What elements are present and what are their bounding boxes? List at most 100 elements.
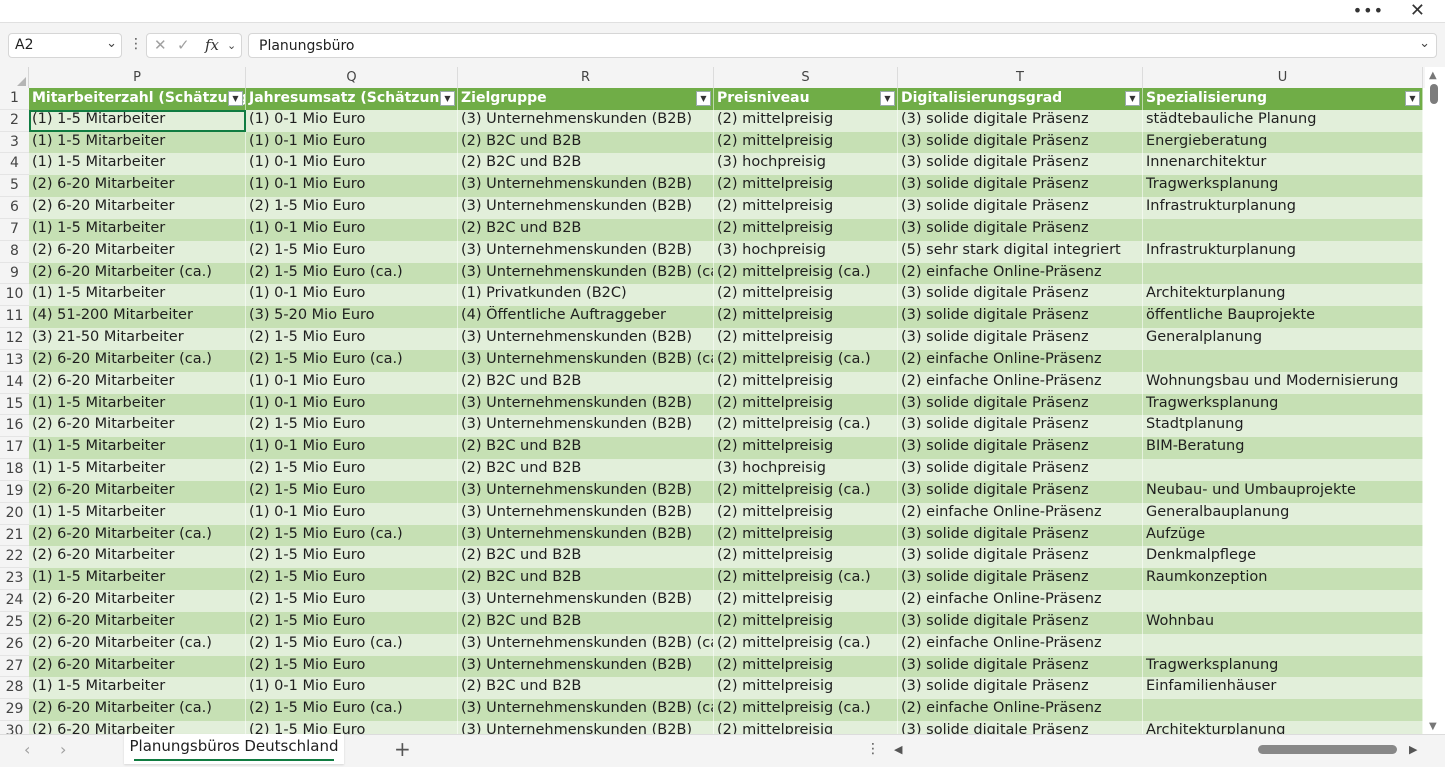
filter-dropdown-icon[interactable]: ▼ [880, 91, 895, 106]
cell-u[interactable]: Tragwerksplanung [1143, 175, 1423, 198]
cell-s[interactable]: (2) mittelpreisig (ca.) [714, 415, 898, 438]
cell-p[interactable]: (1) 1-5 Mitarbeiter [29, 393, 246, 416]
cell-u[interactable]: Wohnungsbau und Modernisierung [1143, 371, 1423, 394]
scroll-up-icon[interactable]: ▲ [1429, 70, 1437, 81]
horizontal-scroll-thumb[interactable] [1258, 745, 1397, 754]
cell-p[interactable]: (1) 1-5 Mitarbeiter [29, 109, 246, 132]
cell-s[interactable]: (2) mittelpreisig (ca.) [714, 699, 898, 722]
cell-p[interactable]: (2) 6-20 Mitarbeiter (ca.) [29, 524, 246, 547]
cell-r[interactable]: (2) B2C und B2B [458, 153, 714, 176]
row-header[interactable]: 11 [0, 306, 29, 329]
cell-q[interactable]: (3) 5-20 Mio Euro [246, 306, 458, 329]
cell-r[interactable]: (2) B2C und B2B [458, 546, 714, 569]
cell-r[interactable]: (2) B2C und B2B [458, 131, 714, 154]
cell-q[interactable]: (2) 1-5 Mio Euro (ca.) [246, 262, 458, 285]
cell-q[interactable]: (2) 1-5 Mio Euro (ca.) [246, 633, 458, 656]
cell-u[interactable] [1143, 590, 1423, 612]
cell-s[interactable]: (2) mittelpreisig [714, 611, 898, 634]
cell-u[interactable] [1143, 459, 1423, 481]
row-header[interactable]: 17 [0, 437, 29, 460]
cell-r[interactable]: (3) Unternehmenskunden (B2B) [458, 175, 714, 198]
cell-p[interactable]: (1) 1-5 Mitarbeiter [29, 284, 246, 307]
vertical-dots-icon[interactable]: ⋮ [129, 36, 143, 52]
cell-s[interactable]: (2) mittelpreisig [714, 655, 898, 678]
formula-input[interactable]: Planungsbüro ⌄ [248, 33, 1437, 58]
cell-u[interactable]: Innenarchitektur [1143, 153, 1423, 176]
cell-p[interactable]: (2) 6-20 Mitarbeiter [29, 546, 246, 569]
row-header[interactable]: 16 [0, 415, 29, 438]
row-header[interactable]: 1 [0, 88, 29, 110]
cell-s[interactable]: (2) mittelpreisig [714, 284, 898, 307]
cell-p[interactable]: (2) 6-20 Mitarbeiter [29, 240, 246, 263]
cell-t[interactable]: (2) einfache Online-Präsenz [898, 502, 1143, 525]
cell-q[interactable]: (1) 0-1 Mio Euro [246, 677, 458, 700]
row-header[interactable]: 7 [0, 219, 29, 241]
row-header[interactable]: 14 [0, 372, 29, 394]
header-cell-p[interactable]: Mitarbeiterzahl (Schätzung) ▼ [29, 88, 246, 110]
row-header[interactable]: 8 [0, 241, 29, 263]
cancel-icon[interactable]: ✕ [154, 36, 167, 54]
cell-q[interactable]: (2) 1-5 Mio Euro (ca.) [246, 524, 458, 547]
cell-u[interactable]: Einfamilienhäuser [1143, 677, 1423, 700]
column-header-s[interactable]: S [714, 67, 898, 88]
row-header[interactable]: 19 [0, 481, 29, 503]
cell-s[interactable]: (2) mittelpreisig (ca.) [714, 480, 898, 503]
cell-r[interactable]: (3) Unternehmenskunden (B2B) [458, 480, 714, 503]
row-header[interactable]: 13 [0, 350, 29, 372]
cell-t[interactable]: (3) solide digitale Präsenz [898, 546, 1143, 569]
cell-p[interactable]: (2) 6-20 Mitarbeiter (ca.) [29, 633, 246, 656]
vertical-scrollbar[interactable]: ▲ ▼ [1425, 67, 1445, 734]
cell-p[interactable]: (2) 6-20 Mitarbeiter [29, 415, 246, 438]
cell-s[interactable]: (2) mittelpreisig [714, 590, 898, 612]
cell-p[interactable]: (1) 1-5 Mitarbeiter [29, 153, 246, 176]
cell-p[interactable]: (2) 6-20 Mitarbeiter [29, 197, 246, 219]
row-header[interactable]: 22 [0, 546, 29, 569]
cell-u[interactable]: Aufzüge [1143, 524, 1423, 547]
more-options-icon[interactable]: ••• [1353, 1, 1384, 20]
cell-p[interactable]: (1) 1-5 Mitarbeiter [29, 218, 246, 241]
cell-r[interactable]: (3) Unternehmenskunden (B2B) [458, 328, 714, 350]
row-header[interactable]: 24 [0, 590, 29, 612]
close-icon[interactable]: ✕ [1410, 0, 1425, 21]
cell-u[interactable]: Generalplanung [1143, 328, 1423, 350]
cell-u[interactable]: städtebauliche Planung [1143, 109, 1423, 132]
cell-s[interactable]: (2) mittelpreisig [714, 131, 898, 154]
cell-t[interactable]: (3) solide digitale Präsenz [898, 131, 1143, 154]
cell-u[interactable]: Infrastrukturplanung [1143, 240, 1423, 263]
add-sheet-button[interactable]: + [394, 737, 411, 761]
cell-u[interactable]: Architekturplanung [1143, 284, 1423, 307]
cell-t[interactable]: (3) solide digitale Präsenz [898, 415, 1143, 438]
row-header[interactable]: 3 [0, 132, 29, 154]
filter-dropdown-icon[interactable]: ▼ [440, 91, 455, 106]
cell-s[interactable]: (2) mittelpreisig (ca.) [714, 568, 898, 591]
scroll-right-icon[interactable]: ▶ [1409, 743, 1417, 756]
cell-u[interactable] [1143, 218, 1423, 241]
cell-r[interactable]: (3) Unternehmenskunden (B2B) [458, 524, 714, 547]
cell-s[interactable]: (2) mittelpreisig [714, 197, 898, 219]
row-header[interactable]: 5 [0, 175, 29, 198]
cell-p[interactable]: (2) 6-20 Mitarbeiter (ca.) [29, 699, 246, 722]
cell-u[interactable]: Neubau- und Umbauprojekte [1143, 480, 1423, 503]
cell-r[interactable]: (2) B2C und B2B [458, 459, 714, 481]
cell-p[interactable]: (1) 1-5 Mitarbeiter [29, 502, 246, 525]
column-header-t[interactable]: T [898, 67, 1143, 88]
cell-p[interactable]: (2) 6-20 Mitarbeiter (ca.) [29, 262, 246, 285]
cell-s[interactable]: (2) mittelpreisig [714, 328, 898, 350]
cell-q[interactable]: (1) 0-1 Mio Euro [246, 109, 458, 132]
cell-q[interactable]: (1) 0-1 Mio Euro [246, 175, 458, 198]
cell-t[interactable]: (3) solide digitale Präsenz [898, 109, 1143, 132]
cell-t[interactable]: (3) solide digitale Präsenz [898, 568, 1143, 591]
cell-p[interactable]: (2) 6-20 Mitarbeiter (ca.) [29, 349, 246, 372]
cell-t[interactable]: (3) solide digitale Präsenz [898, 153, 1143, 176]
cell-p[interactable]: (1) 1-5 Mitarbeiter [29, 131, 246, 154]
cell-p[interactable]: (4) 51-200 Mitarbeiter [29, 306, 246, 329]
cell-s[interactable]: (2) mittelpreisig [714, 502, 898, 525]
filter-dropdown-icon[interactable]: ▼ [696, 91, 711, 106]
cell-s[interactable]: (2) mittelpreisig [714, 721, 898, 734]
cell-p[interactable]: (2) 6-20 Mitarbeiter [29, 655, 246, 678]
cell-q[interactable]: (2) 1-5 Mio Euro [246, 240, 458, 263]
cell-p[interactable]: (1) 1-5 Mitarbeiter [29, 677, 246, 700]
cell-r[interactable]: (1) Privatkunden (B2C) [458, 284, 714, 307]
cell-t[interactable]: (2) einfache Online-Präsenz [898, 590, 1143, 612]
scroll-left-icon[interactable]: ◀ [894, 743, 902, 756]
